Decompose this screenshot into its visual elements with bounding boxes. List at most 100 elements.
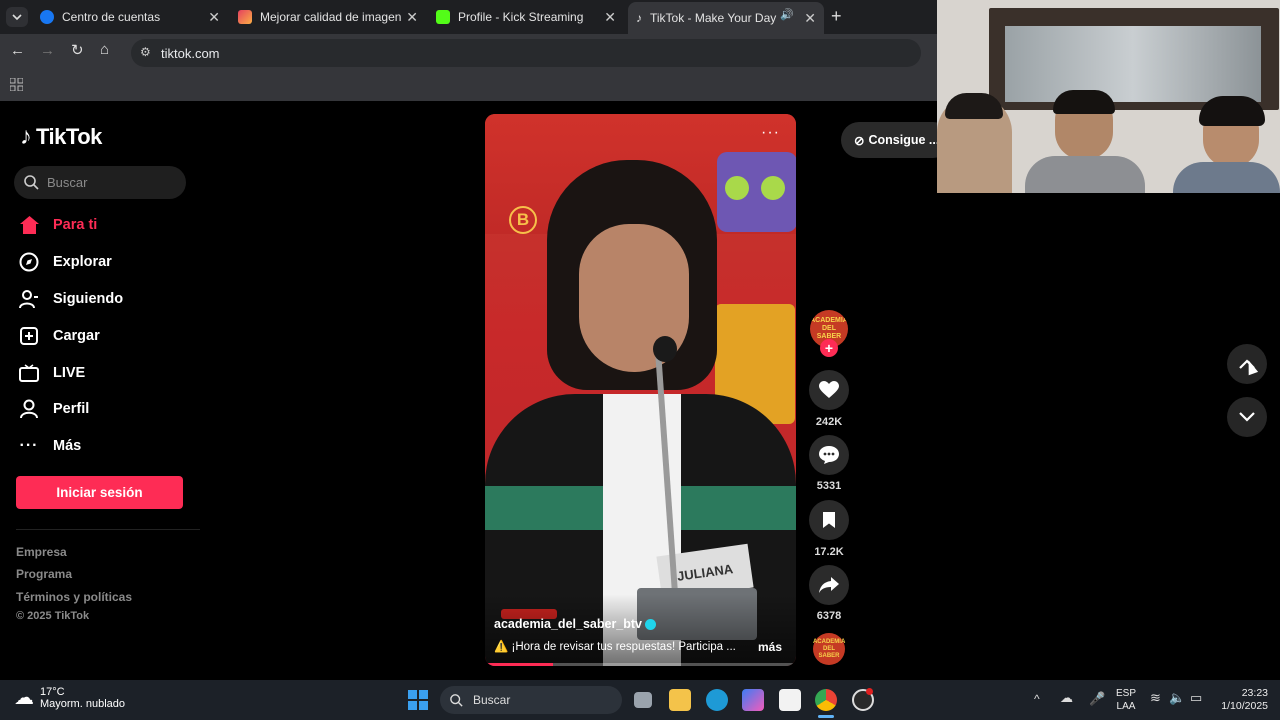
nav-item-live[interactable]: LIVE	[18, 362, 85, 384]
app-icon: ⊘	[854, 133, 865, 148]
speaker-icon[interactable]: 🔊	[780, 8, 794, 21]
video-username[interactable]: academia_del_saber_btv	[494, 617, 657, 631]
nav-item-cargar[interactable]: Cargar	[18, 325, 100, 347]
footer-link-empresa[interactable]: Empresa	[16, 545, 67, 559]
verified-icon	[645, 618, 657, 630]
get-app-label: Consigue ...	[868, 133, 940, 147]
search-box[interactable]: Buscar	[14, 166, 186, 199]
search-input[interactable]: Buscar	[47, 175, 87, 190]
nav-item-explorar[interactable]: Explorar	[18, 251, 112, 273]
footer-link-terminos[interactable]: Términos y políticas	[16, 590, 132, 604]
person-right	[1173, 96, 1280, 193]
start-button[interactable]	[408, 690, 428, 710]
facebook-icon	[40, 10, 54, 24]
task-view-icon[interactable]	[634, 692, 652, 708]
share-button[interactable]	[809, 565, 849, 605]
footer-link-programa[interactable]: Programa	[16, 567, 72, 581]
robot-eye	[761, 176, 785, 200]
webcam-overlay	[937, 0, 1280, 193]
video-caption: ⚠️ ¡Hora de revisar tus respuestas! Part…	[494, 641, 736, 653]
windows-logo-icon	[408, 690, 417, 699]
home-icon[interactable]: ⌂	[100, 41, 109, 58]
nav-item-siguiendo[interactable]: Siguiendo	[18, 288, 123, 310]
tiktok-favicon-icon: ♪	[636, 11, 642, 25]
like-button[interactable]	[809, 370, 849, 410]
compass-icon	[18, 251, 40, 273]
follow-plus-button[interactable]: +	[820, 339, 838, 357]
chrome-icon[interactable]	[815, 689, 837, 711]
chevron-up-icon[interactable]: ^	[1034, 692, 1040, 706]
clock[interactable]: 23:23 1/10/2025	[1210, 687, 1268, 713]
share-count: 6378	[816, 610, 842, 622]
person-hair	[945, 93, 1003, 119]
chevron-down-icon	[1239, 412, 1255, 422]
tiktok-logo[interactable]: ♪ TikTok	[20, 123, 102, 151]
person-shirt	[1173, 162, 1280, 193]
video-progress-bar[interactable]	[485, 663, 796, 666]
person-left	[937, 93, 1012, 193]
save-button[interactable]	[809, 500, 849, 540]
music-disc-avatar[interactable]: ACADEMIA DEL SABER	[813, 633, 845, 665]
address-bar[interactable]: ⚙ tiktok.com	[131, 39, 921, 67]
upload-icon	[18, 325, 40, 347]
nav-item-perfil[interactable]: Perfil	[18, 398, 89, 420]
browser-tab[interactable]: Profile - Kick Streaming ✕	[428, 4, 624, 30]
comment-button[interactable]	[809, 435, 849, 475]
next-video-button[interactable]	[1227, 397, 1267, 437]
video-player[interactable]: B ··· JULIANA academia_del_saber_btv ⚠️ …	[485, 114, 796, 666]
tab-search-button[interactable]	[6, 7, 28, 27]
nav-item-para-ti[interactable]: Para ti	[18, 214, 97, 236]
reload-icon[interactable]: ↻	[71, 41, 84, 59]
tab-title: Mejorar calidad de imagen onli	[260, 10, 405, 24]
robot-mascot	[717, 152, 796, 232]
microphone-head	[653, 336, 677, 362]
close-tab-icon[interactable]: ✕	[406, 9, 418, 26]
tab-title: Profile - Kick Streaming	[458, 10, 584, 24]
edge-browser-icon[interactable]	[706, 689, 728, 711]
new-tab-button[interactable]: +	[831, 6, 842, 27]
store-icon[interactable]	[779, 689, 801, 711]
get-app-button[interactable]: ⊘ Consigue ...	[841, 122, 951, 158]
weather-cloud-icon: ☁	[14, 687, 34, 709]
close-tab-icon[interactable]: ✕	[208, 9, 220, 26]
nav-item-mas[interactable]: ··· Más	[18, 435, 82, 457]
music-disc-text: ACADEMIA DEL SABER	[812, 638, 846, 659]
windows-logo-icon	[408, 701, 417, 710]
apps-grid-icon[interactable]	[10, 78, 23, 91]
live-tv-icon	[18, 362, 40, 384]
site-info-icon[interactable]: ⚙	[140, 45, 151, 59]
video-progress-fill	[485, 663, 554, 666]
logo-text: TikTok	[36, 124, 102, 149]
close-tab-icon[interactable]: ✕	[804, 10, 816, 27]
person-hair	[1053, 90, 1115, 114]
copilot-icon[interactable]	[742, 689, 764, 711]
browser-tab[interactable]: Mejorar calidad de imagen onli ✕	[230, 4, 426, 30]
comment-count: 5331	[816, 480, 842, 492]
browser-tab[interactable]: Centro de cuentas ✕	[32, 4, 228, 30]
divider	[16, 529, 200, 530]
weather-widget[interactable]: ☁ 17°C Mayorm. nublado	[14, 685, 125, 710]
onedrive-icon[interactable]: ☁	[1060, 690, 1073, 706]
name-tag-text: JULIANA	[676, 560, 734, 584]
caption-more-link[interactable]: más	[758, 640, 782, 654]
copyright-text: © 2025 TikTok	[16, 610, 90, 622]
back-icon[interactable]: ←	[10, 42, 25, 59]
file-explorer-icon[interactable]	[669, 689, 691, 711]
browser-tab-active[interactable]: ♪ TikTok - Make Your Day 🔊 ✕	[628, 2, 824, 34]
language-indicator[interactable]: ESP LAA	[1116, 687, 1136, 713]
login-button[interactable]: Iniciar sesión	[16, 476, 183, 509]
volume-icon[interactable]: 🔈	[1169, 690, 1185, 706]
microphone-icon[interactable]: 🎤	[1089, 691, 1105, 707]
battery-icon[interactable]: ▭	[1190, 690, 1202, 706]
taskbar-search[interactable]: Buscar	[440, 686, 622, 714]
wifi-icon[interactable]: ≋	[1150, 690, 1161, 706]
lang-code: ESP	[1116, 688, 1137, 699]
video-more-icon[interactable]: ···	[761, 124, 780, 142]
kick-icon	[436, 10, 450, 24]
more-icon: ···	[19, 437, 39, 454]
like-count: 242K	[815, 416, 843, 428]
username-text: academia_del_saber_btv	[494, 617, 643, 631]
forward-icon[interactable]: →	[40, 42, 55, 59]
close-tab-icon[interactable]: ✕	[604, 9, 616, 26]
nav-label: LIVE	[53, 365, 86, 381]
